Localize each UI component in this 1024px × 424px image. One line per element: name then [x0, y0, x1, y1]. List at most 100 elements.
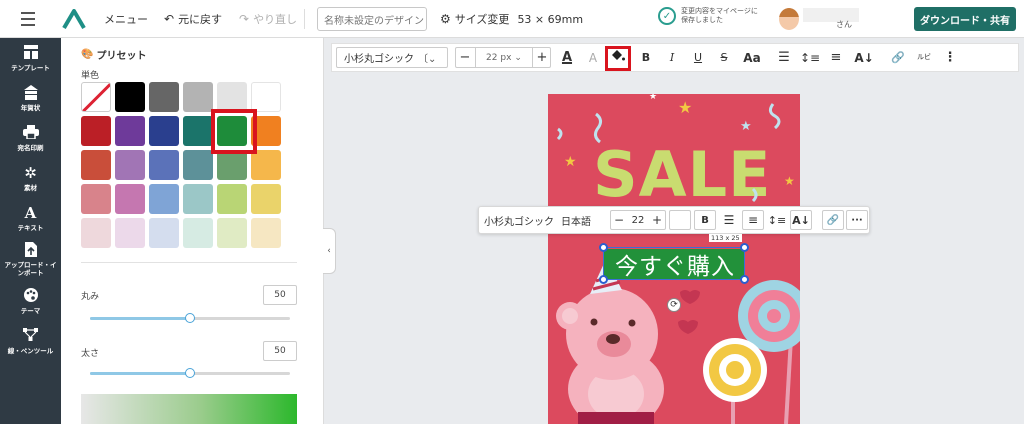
- bold-button[interactable]: B: [636, 44, 656, 71]
- list-button[interactable]: ≡: [826, 44, 846, 71]
- float-font-size-value[interactable]: 22: [627, 215, 649, 226]
- color-swatch[interactable]: [149, 116, 179, 146]
- float-bold-button[interactable]: B: [694, 210, 716, 230]
- align-left-button[interactable]: ☰: [774, 44, 794, 71]
- font-size-input[interactable]: 22 px ⌄: [475, 48, 533, 67]
- nav-label: 宛名印刷: [17, 144, 44, 152]
- color-swatch[interactable]: [183, 218, 213, 248]
- text-outline-button[interactable]: A: [582, 44, 604, 71]
- color-swatch[interactable]: [183, 82, 213, 112]
- link-icon: 🔗: [891, 51, 905, 64]
- nav-item-material[interactable]: ✲ 素材: [0, 165, 61, 192]
- color-swatch[interactable]: [217, 150, 247, 180]
- text-color-button[interactable]: A: [556, 44, 578, 71]
- color-swatch[interactable]: [81, 184, 111, 214]
- float-increase-size-button[interactable]: +: [649, 213, 665, 227]
- float-font-select[interactable]: 小杉丸ゴシック 日本語: [484, 207, 606, 233]
- float-more-button[interactable]: ···: [846, 210, 868, 230]
- color-swatch[interactable]: [115, 116, 145, 146]
- resize-handle-bottom-right[interactable]: [740, 275, 749, 284]
- line-spacing-button[interactable]: ↕≡: [800, 44, 820, 71]
- more-vertical-icon: ⋮: [943, 50, 957, 65]
- nav-item-text[interactable]: A テキスト: [0, 205, 61, 232]
- float-align-button[interactable]: ☰: [719, 207, 739, 233]
- color-swatch[interactable]: [217, 218, 247, 248]
- color-swatch[interactable]: [149, 82, 179, 112]
- nav-item-template[interactable]: テンプレート: [0, 45, 61, 72]
- roundness-slider-handle[interactable]: [185, 313, 195, 323]
- color-swatch[interactable]: [183, 150, 213, 180]
- float-text-direction-button[interactable]: A↓: [790, 210, 812, 230]
- float-list-button[interactable]: ≡: [742, 210, 764, 230]
- preset-title-text: プリセット: [96, 51, 147, 62]
- color-swatch[interactable]: [149, 184, 179, 214]
- menu-button[interactable]: メニュー: [104, 0, 148, 38]
- roundness-slider[interactable]: [90, 313, 290, 323]
- italic-icon: I: [669, 51, 675, 64]
- nav-item-new-year-card[interactable]: 年賀状: [0, 85, 61, 112]
- color-swatch[interactable]: [81, 150, 111, 180]
- nav-item-upload[interactable]: アップロード・インポート: [0, 242, 61, 277]
- resize-button[interactable]: ⚙ サイズ変更 53 × 69mm: [440, 0, 583, 38]
- float-color-button[interactable]: [669, 210, 691, 230]
- color-swatch[interactable]: [149, 150, 179, 180]
- decrease-size-button[interactable]: −: [456, 48, 474, 67]
- color-swatch[interactable]: [81, 218, 111, 248]
- palette-icon: 🎨: [81, 49, 94, 60]
- resize-handle-top-right[interactable]: [740, 243, 749, 252]
- color-swatch[interactable]: [183, 184, 213, 214]
- username-suffix: さん: [836, 20, 852, 29]
- nav-label: 素材: [24, 184, 37, 192]
- letter-case-button[interactable]: Aa: [740, 44, 764, 71]
- check-circle-icon: ✓: [658, 7, 676, 25]
- more-options-button[interactable]: ⋮: [940, 44, 960, 71]
- strikethrough-button[interactable]: S: [714, 44, 734, 71]
- template-icon: [23, 45, 38, 61]
- app-logo[interactable]: [62, 0, 86, 38]
- color-swatch[interactable]: [217, 82, 247, 112]
- increase-size-button[interactable]: +: [533, 48, 551, 67]
- nav-item-theme[interactable]: テーマ: [0, 288, 61, 315]
- float-line-spacing-button[interactable]: ↕≡: [767, 207, 787, 233]
- download-share-button[interactable]: ダウンロード・共有: [914, 7, 1016, 31]
- float-link-button[interactable]: 🔗: [822, 210, 844, 230]
- color-swatch[interactable]: [251, 82, 281, 112]
- thickness-slider-handle[interactable]: [185, 368, 195, 378]
- design-name-input[interactable]: 名称未設定のデザイン: [317, 7, 427, 31]
- gradient-swatch[interactable]: [81, 394, 297, 424]
- underline-button[interactable]: U: [688, 44, 708, 71]
- color-swatch[interactable]: [115, 184, 145, 214]
- rotate-handle[interactable]: ⟳: [667, 298, 681, 312]
- float-decrease-size-button[interactable]: −: [611, 213, 627, 227]
- font-family-select[interactable]: 小杉丸ゴシック 〔⌄: [336, 47, 448, 68]
- link-button[interactable]: 🔗: [888, 44, 908, 71]
- no-color-swatch[interactable]: [81, 82, 111, 112]
- nav-item-address-print[interactable]: 宛名印刷: [0, 125, 61, 152]
- color-swatch[interactable]: [251, 184, 281, 214]
- color-swatch[interactable]: [115, 218, 145, 248]
- nav-item-pen-tool[interactable]: 線・ペンツール: [0, 328, 61, 355]
- undo-button[interactable]: ↶ 元に戻す: [164, 0, 222, 38]
- color-swatch[interactable]: [183, 116, 213, 146]
- float-font-language: 日本語: [561, 216, 591, 228]
- avatar[interactable]: [779, 8, 799, 30]
- roundness-input[interactable]: 50: [263, 285, 297, 305]
- thickness-slider[interactable]: [90, 368, 290, 378]
- color-swatch[interactable]: [115, 150, 145, 180]
- color-swatch[interactable]: [149, 218, 179, 248]
- color-swatch[interactable]: [251, 218, 281, 248]
- collapse-panel-button[interactable]: ‹: [323, 228, 336, 274]
- color-swatch[interactable]: [81, 116, 111, 146]
- thickness-input[interactable]: 50: [263, 341, 297, 361]
- resize-handle-bottom-left[interactable]: [599, 275, 608, 284]
- redo-button[interactable]: ↷ やり直し: [239, 0, 297, 38]
- hamburger-menu-icon[interactable]: [18, 0, 38, 38]
- text-direction-button[interactable]: A↓: [852, 44, 876, 71]
- color-swatch[interactable]: [217, 184, 247, 214]
- color-swatch[interactable]: [251, 150, 281, 180]
- ruby-button[interactable]: ルビ: [914, 44, 934, 71]
- preset-title: 🎨 プリセット: [81, 47, 146, 62]
- italic-button[interactable]: I: [662, 44, 682, 71]
- color-swatch[interactable]: [115, 82, 145, 112]
- resize-handle-top-left[interactable]: [599, 243, 608, 252]
